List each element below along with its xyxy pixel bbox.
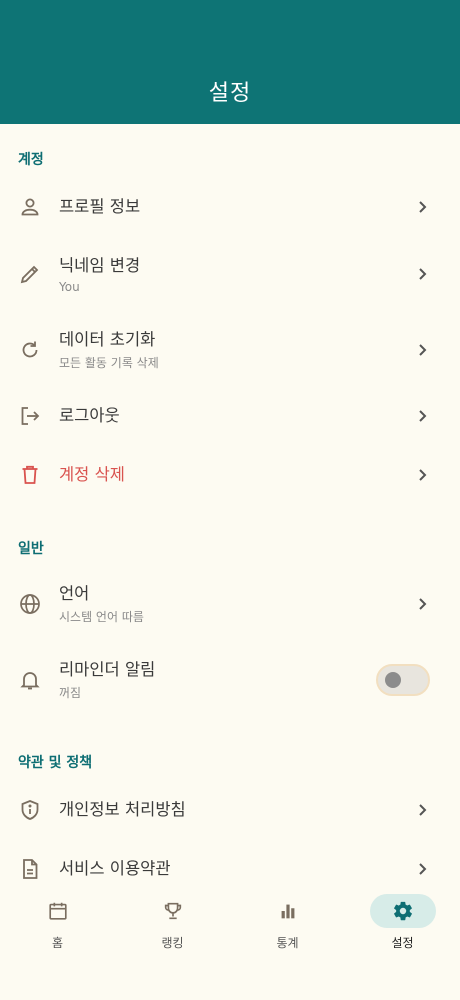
reminder-notification-label: 리마인더 알림 <box>59 660 156 679</box>
profile-info-label: 프로필 정보 <box>59 197 141 216</box>
chevron-right-icon <box>419 410 427 422</box>
trash-icon <box>18 463 42 487</box>
app-bar: 설정 <box>0 0 460 124</box>
page-title: 설정 <box>208 81 252 106</box>
privacy-policy-row[interactable]: 개인정보 처리방침 <box>0 782 460 838</box>
language-value: 시스템 언어 따름 <box>59 610 144 624</box>
nav-settings[interactable]: 설정 <box>345 894 460 954</box>
data-reset-description: 모든 활동 기록 삭제 <box>59 356 159 370</box>
chevron-right-icon <box>419 469 427 481</box>
section-header-general: 일반 <box>18 541 44 557</box>
data-reset-row[interactable]: 데이터 초기화 모든 활동 기록 삭제 <box>0 322 460 378</box>
delete-account-row[interactable]: 계정 삭제 <box>0 447 460 503</box>
chevron-right-icon <box>419 863 427 875</box>
chevron-right-icon <box>419 201 427 213</box>
nickname-change-row[interactable]: 닉네임 변경 You <box>0 246 460 302</box>
language-row[interactable]: 언어 시스템 언어 따름 <box>0 576 460 632</box>
globe-icon <box>18 592 42 616</box>
logout-icon <box>18 404 42 428</box>
nav-ranking-label: 랭킹 <box>161 936 184 950</box>
delete-account-label: 계정 삭제 <box>59 465 125 484</box>
person-icon <box>18 195 42 219</box>
chevron-right-icon <box>419 344 427 356</box>
nav-stats-label: 통계 <box>276 936 299 950</box>
profile-info-row[interactable]: 프로필 정보 <box>0 179 460 235</box>
nav-ranking-indicator <box>140 894 206 928</box>
nav-stats-indicator <box>255 894 321 928</box>
section-header-account: 계정 <box>18 152 44 168</box>
chevron-right-icon <box>419 598 427 610</box>
logout-row[interactable]: 로그아웃 <box>0 388 460 444</box>
privacy-policy-label: 개인정보 처리방침 <box>59 800 186 819</box>
document-icon <box>18 857 42 881</box>
nav-settings-indicator <box>369 894 436 928</box>
trophy-icon <box>164 902 181 920</box>
refresh-icon <box>18 338 42 362</box>
reminder-notification-row[interactable]: 리마인더 알림 꺼짐 <box>0 652 460 708</box>
chevron-right-icon <box>419 804 427 816</box>
bottom-navigation: 홈 랭킹 통계 설정 <box>0 884 460 1000</box>
chevron-right-icon <box>419 268 427 280</box>
nav-home-indicator <box>25 894 91 928</box>
language-label: 언어 <box>59 584 90 603</box>
nav-settings-label: 설정 <box>391 936 414 950</box>
calendar-icon <box>48 902 67 920</box>
nickname-change-label: 닉네임 변경 <box>59 255 141 275</box>
logout-label: 로그아웃 <box>59 406 120 425</box>
data-reset-label: 데이터 초기화 <box>59 330 156 349</box>
pencil-icon <box>18 262 42 286</box>
toggle-knob <box>385 672 401 688</box>
terms-of-service-label: 서비스 이용약관 <box>59 859 171 878</box>
shield-info-icon <box>18 798 42 822</box>
nickname-value: You <box>59 279 80 294</box>
gear-icon <box>393 901 412 921</box>
bar-chart-icon <box>281 904 294 919</box>
section-header-policies: 약관 및 정책 <box>18 755 93 771</box>
nav-ranking[interactable]: 랭킹 <box>115 894 230 954</box>
nav-home[interactable]: 홈 <box>0 894 115 954</box>
nav-home-label: 홈 <box>51 936 64 950</box>
nav-stats[interactable]: 통계 <box>230 894 345 954</box>
bell-icon <box>18 668 42 692</box>
reminder-toggle[interactable] <box>376 664 430 696</box>
reminder-notification-status: 꺼짐 <box>59 686 82 700</box>
